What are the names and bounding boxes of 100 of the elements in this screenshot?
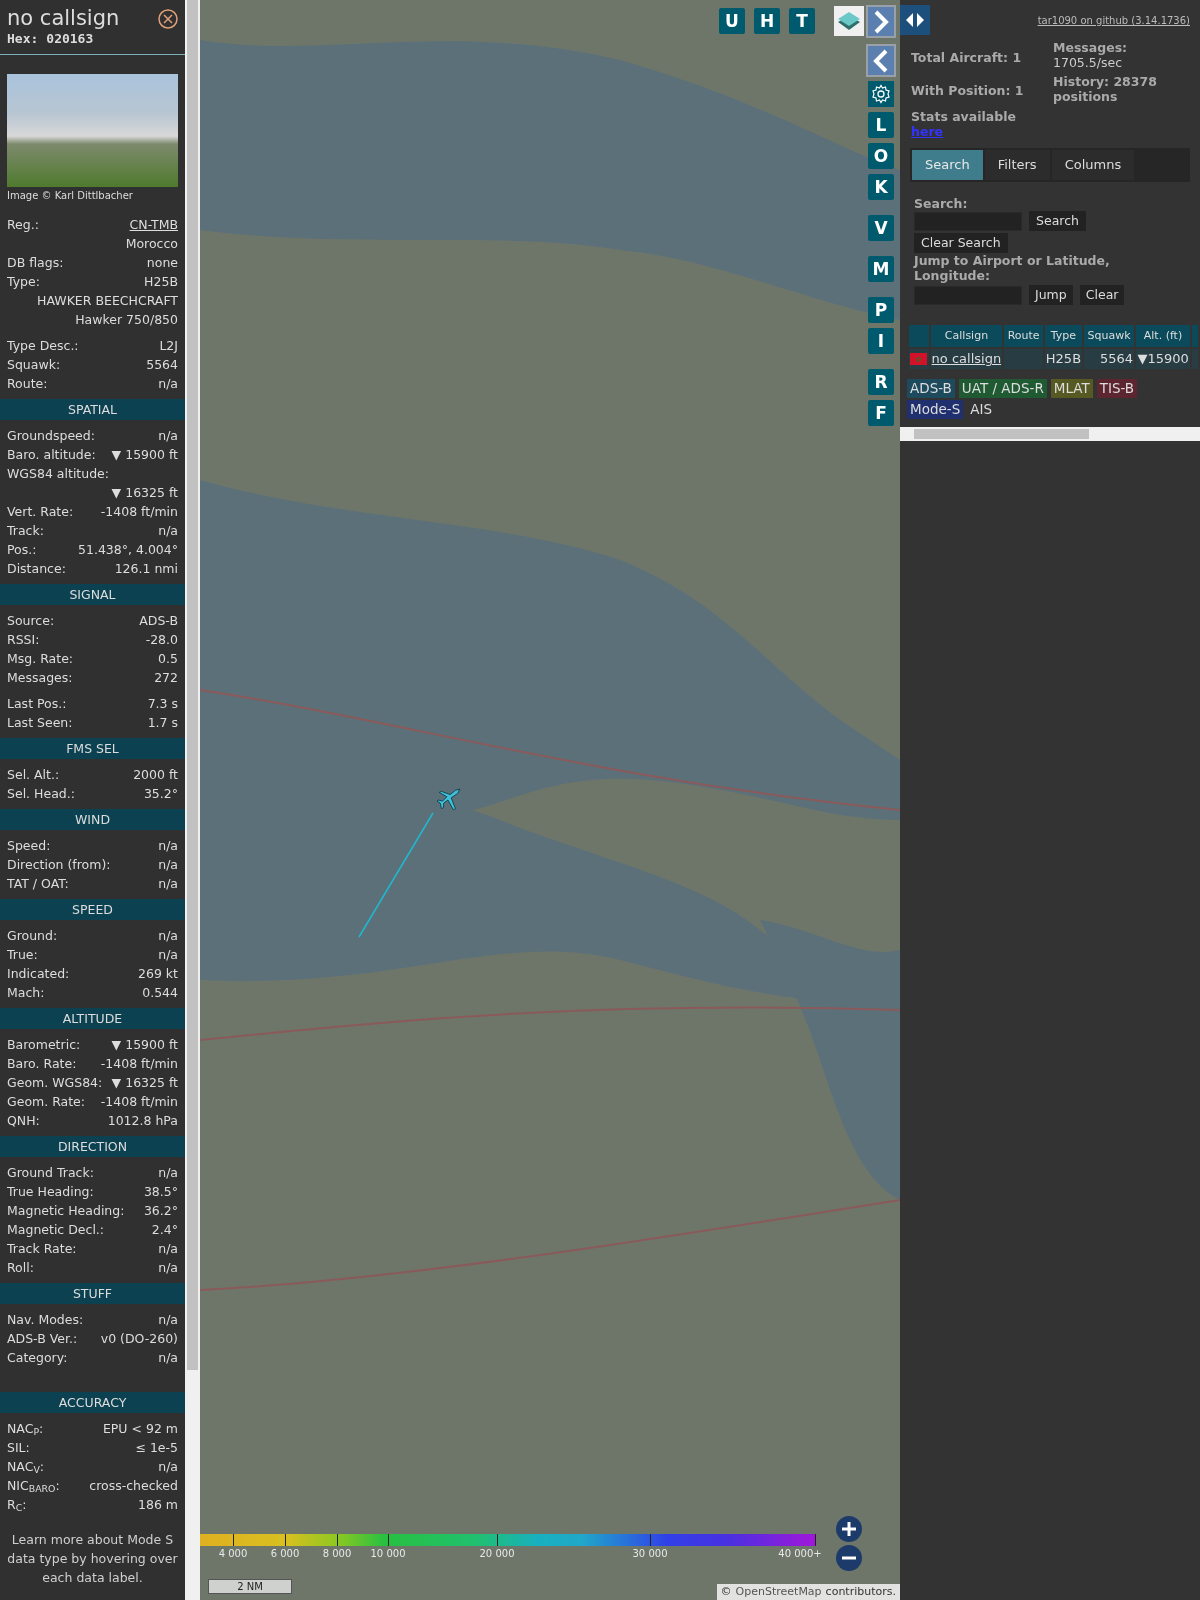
field-value: n/a [158,1259,178,1277]
previous-aircraft-button[interactable] [866,44,896,77]
field-label: Baro. Rate: [7,1055,77,1073]
field-label: Baro. altitude: [7,446,96,464]
field-value: n/a [158,875,178,893]
field-label: WGS84 altitude: [7,465,111,483]
column-header[interactable]: Callsign [930,325,1003,347]
field-value: ▼ 15900 ft [111,1036,178,1054]
altitude-label: 40 000+ [778,1548,822,1560]
field-label: TAT / OAT: [7,875,69,893]
copyright-text: © [720,1584,732,1600]
help-note: Learn more about Mode S data type by hovering over each data label. [6,1531,179,1587]
field-value: -1408 ft/min [100,503,178,521]
horizontal-scrollbar[interactable] [900,426,1200,441]
layers-button[interactable] [834,6,864,36]
field-label: Speed: [7,837,51,855]
field-label: Direction (from): [7,856,111,874]
field-value: -1408 ft/min [100,1093,178,1111]
column-header[interactable]: Type [1044,325,1083,347]
map-toggle-button[interactable]: P [868,297,894,323]
chevron-right-icon [873,9,889,34]
header-cell [909,325,929,347]
map-toggle-button[interactable]: F [868,400,894,426]
attribution-text: contributors. [825,1584,896,1600]
jump-button[interactable]: Jump [1029,285,1073,305]
field-label: True Heading: [7,1183,94,1201]
registration-link[interactable]: CN-TMB [129,215,178,234]
map-toggle-button[interactable]: T [789,8,815,34]
chevron-left-icon [873,48,889,73]
tab[interactable]: Columns [1051,150,1135,180]
field-label: Vert. Rate: [7,503,74,521]
map-toggle-button[interactable]: M [868,256,894,282]
clear-search-button[interactable]: Clear Search [914,233,1008,253]
field-value: 38.5° [143,1183,178,1201]
source-tag: UAT / ADS-R [958,378,1047,398]
section-header: STUFF [0,1283,185,1304]
column-header[interactable]: Route [1004,325,1043,347]
table-cell: H25B [1044,349,1083,369]
settings-button[interactable] [868,81,894,107]
table-cell: 5564 [1084,349,1135,369]
field-value: n/a [158,522,178,540]
field-label: Sel. Alt.: [7,766,60,784]
field-label: Type Desc.: [7,337,79,355]
field-label: Mach: [7,984,45,1002]
field-label: Magnetic Decl.: [7,1221,105,1239]
field-value: -1408 ft/min [100,1055,178,1073]
column-header[interactable]: Squawk [1084,325,1135,347]
column-header[interactable]: Alt. (ft) [1136,325,1190,347]
map-toggle-button[interactable]: H [754,8,780,34]
search-button[interactable]: Search [1029,211,1086,231]
field-label: Roll: [7,1259,34,1277]
field-value: ▼ 15900 ft [111,446,178,464]
field-label: Ground: [7,927,58,945]
field-label: QNH: [7,1112,40,1130]
field-label: Route: [7,375,48,393]
field-value: 272 [154,669,178,687]
plus-icon [841,1521,857,1537]
field-value: EPU < 92 m [102,1420,178,1438]
field-label: Nav. Modes: [7,1311,84,1329]
field-label: Geom. WGS84: [7,1074,103,1092]
field-label: Groundspeed: [7,427,95,445]
tab[interactable]: Filters [984,150,1050,180]
expand-button[interactable] [900,5,930,35]
scale-bar: 2 NM [208,1579,292,1594]
field-label: Last Seen: [7,714,73,732]
field-value: Hawker 750/850 [75,311,178,329]
field-value: none [146,254,178,272]
map-toggle-button[interactable]: U [719,8,745,34]
field-label: Magnetic Heading: [7,1202,125,1220]
field-value: Morocco [125,235,178,253]
field-label: Source: [7,612,55,630]
stats-label: Stats available [911,109,1017,124]
tab[interactable]: Search [912,150,983,180]
next-aircraft-button[interactable] [866,5,896,38]
map-toggle-button[interactable]: O [868,143,894,169]
layers-icon [837,10,861,32]
attribution-link[interactable]: OpenStreetMap [735,1584,822,1600]
field-value: 5564 [146,356,178,374]
field-value: n/a [158,1311,178,1329]
field-value: 51.438°, 4.004° [78,541,178,559]
section-header: SIGNAL [0,584,185,605]
field-value: HAWKER BEECHCRAFT [37,292,178,310]
field-value: n/a [158,1164,178,1182]
photo-credit: Image © Karl Dittlbacher [6,189,134,203]
section-header: DIRECTION [0,1136,185,1157]
field-label: DB flags: [7,254,64,272]
search-label: Search: [914,196,969,211]
field-label: ADS-B Ver.: [7,1330,78,1348]
map-toggle-button[interactable]: L [868,112,894,138]
aircraft-icon[interactable] [436,787,462,813]
scrollbar[interactable] [185,0,200,1600]
map-toggle-button[interactable]: I [868,328,894,354]
map-toggle-button[interactable]: R [868,369,894,395]
clear-button[interactable]: Clear [1079,285,1125,305]
github-link[interactable]: tar1090 on github (3.14.1736) [1037,13,1190,28]
map-toggle-button[interactable]: V [868,215,894,241]
field-value: 7.3 s [147,695,178,713]
section-header: WIND [0,809,185,830]
close-icon[interactable] [158,9,178,29]
map-toggle-button[interactable]: K [868,174,894,200]
